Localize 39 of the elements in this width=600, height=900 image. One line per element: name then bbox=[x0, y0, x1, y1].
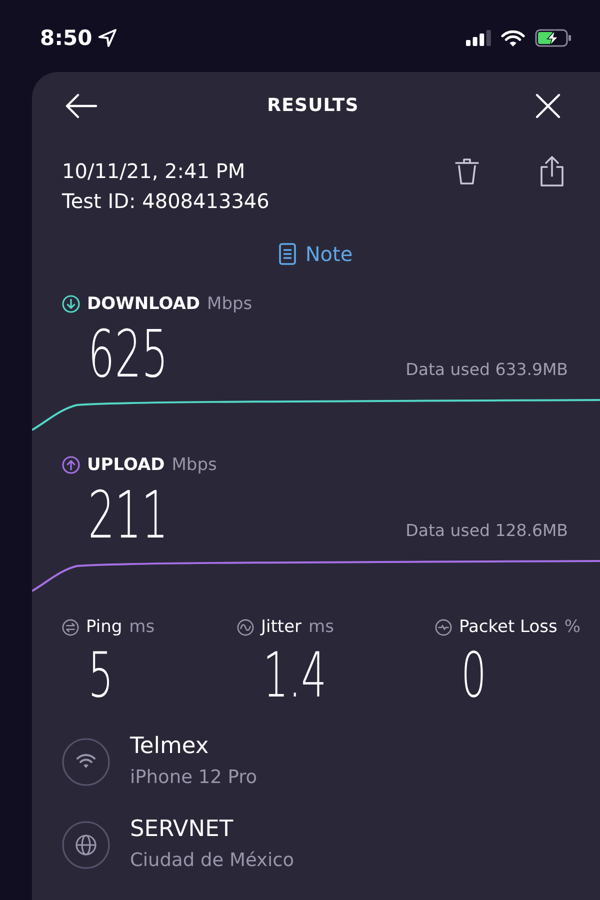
signal-icon bbox=[466, 30, 491, 46]
wave-icon bbox=[237, 618, 254, 636]
connection-detail: iPhone 12 Pro bbox=[130, 766, 258, 790]
wifi-icon bbox=[62, 738, 110, 786]
wifi-icon bbox=[501, 30, 525, 46]
battery-charging-icon bbox=[535, 29, 572, 47]
speed-value: 625 bbox=[88, 330, 168, 380]
speed-unit: Mbps bbox=[207, 293, 252, 316]
metric-unit: % bbox=[564, 616, 580, 639]
status-time: 8:50 bbox=[40, 25, 92, 52]
data-used-text: Data used 633.9MB bbox=[406, 360, 568, 380]
back-arrow-icon[interactable] bbox=[65, 93, 97, 119]
metric-label: Packet Loss bbox=[459, 616, 558, 639]
trash-icon[interactable] bbox=[454, 157, 480, 185]
connection-detail: Ciudad de México bbox=[130, 849, 294, 873]
connection-name: SERVNET bbox=[130, 815, 234, 843]
test-date: 10/11/21, 2:41 PM bbox=[62, 158, 246, 185]
data-used-text: Data used 128.6MB bbox=[406, 521, 568, 541]
speed-label: UPLOAD bbox=[87, 454, 165, 477]
swap-arrows-icon bbox=[62, 618, 79, 636]
test-id: Test ID: 4808413346 bbox=[62, 188, 270, 215]
metric-value: 1.4 bbox=[263, 653, 327, 700]
connection-name: Telmex bbox=[130, 732, 210, 760]
metric-value: 5 bbox=[88, 653, 114, 700]
speed-label: DOWNLOAD bbox=[87, 293, 200, 316]
screen-title: RESULTS bbox=[267, 94, 359, 118]
globe-icon bbox=[62, 821, 110, 869]
speed-value: 211 bbox=[88, 491, 168, 541]
metric-label: Ping bbox=[86, 616, 122, 639]
metric-unit: ms bbox=[129, 616, 155, 639]
location-arrow-icon bbox=[98, 29, 118, 47]
note-icon bbox=[279, 243, 296, 265]
speed-unit: Mbps bbox=[172, 454, 217, 477]
close-icon[interactable] bbox=[535, 93, 561, 119]
note-button[interactable]: Note bbox=[279, 239, 353, 269]
metric-value: 0 bbox=[461, 653, 486, 700]
metric-label: Jitter bbox=[261, 616, 302, 639]
metric-unit: ms bbox=[308, 616, 334, 639]
share-icon[interactable] bbox=[539, 155, 565, 187]
